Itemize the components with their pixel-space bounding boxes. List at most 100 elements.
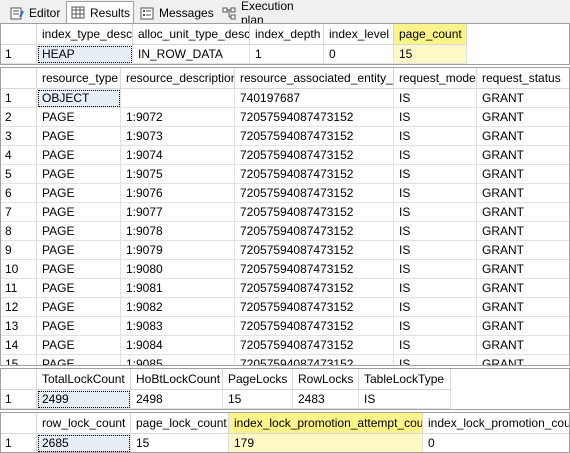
column-header[interactable]: resource_description: [121, 68, 235, 89]
grid-cell[interactable]: IS: [394, 127, 477, 146]
grid-cell[interactable]: GRANT: [477, 279, 569, 298]
grid-cell[interactable]: IS: [394, 279, 477, 298]
tab-results[interactable]: Results: [66, 1, 134, 24]
grid-cell[interactable]: IS: [394, 89, 477, 108]
row-number[interactable]: 15: [1, 355, 37, 365]
grid-cell[interactable]: IS: [394, 241, 477, 260]
tab-execution-plan[interactable]: Execution plan: [218, 0, 318, 27]
grid-cell-highlighted[interactable]: 15: [394, 45, 467, 64]
grid-cell[interactable]: GRANT: [477, 184, 569, 203]
grid-cell[interactable]: IS: [394, 108, 477, 127]
row-number[interactable]: 7: [1, 203, 37, 222]
grid-cell[interactable]: 72057594087473152: [235, 336, 394, 355]
grid-cell[interactable]: PAGE: [37, 260, 121, 279]
column-header[interactable]: page_lock_count: [131, 413, 229, 434]
grid-cell[interactable]: 1: [250, 45, 324, 64]
grid-cell[interactable]: GRANT: [477, 165, 569, 184]
grid-cell[interactable]: PAGE: [37, 146, 121, 165]
grid-cell[interactable]: IS: [394, 260, 477, 279]
grid-cell[interactable]: 15: [131, 434, 229, 452]
column-header[interactable]: HoBtLockCount: [131, 369, 223, 390]
grid-cell[interactable]: 1:9079: [121, 241, 235, 260]
column-header[interactable]: TotalLockCount: [37, 369, 131, 390]
grid-cell[interactable]: PAGE: [37, 203, 121, 222]
grid-cell[interactable]: 15: [223, 390, 293, 409]
grid-cell[interactable]: IS: [394, 317, 477, 336]
grid-cell[interactable]: 1:9081: [121, 279, 235, 298]
grid-cell[interactable]: IS: [394, 336, 477, 355]
column-header[interactable]: request_mode: [394, 68, 477, 89]
grid-cell[interactable]: IS: [394, 298, 477, 317]
grid-cell[interactable]: 1:9082: [121, 298, 235, 317]
grid-cell[interactable]: 72057594087473152: [235, 222, 394, 241]
row-number[interactable]: 2: [1, 108, 37, 127]
grid-cell[interactable]: [121, 89, 235, 108]
grid-cell[interactable]: 1:9075: [121, 165, 235, 184]
column-header[interactable]: resource_type: [37, 68, 121, 89]
grid-cell[interactable]: IS: [394, 222, 477, 241]
grid-cell[interactable]: IS: [394, 184, 477, 203]
grid-cell[interactable]: 1:9084: [121, 336, 235, 355]
grid-cell[interactable]: 72057594087473152: [235, 260, 394, 279]
grid-cell[interactable]: PAGE: [37, 241, 121, 260]
column-header[interactable]: index_type_desc: [37, 24, 133, 45]
grid-cell[interactable]: 1:9085: [121, 355, 235, 365]
grid-cell[interactable]: 72057594087473152: [235, 146, 394, 165]
grid-cell[interactable]: PAGE: [37, 184, 121, 203]
column-header[interactable]: PageLocks: [223, 369, 293, 390]
grid-cell[interactable]: 1:9076: [121, 184, 235, 203]
row-number[interactable]: 4: [1, 146, 37, 165]
grid-cell[interactable]: GRANT: [477, 108, 569, 127]
column-header[interactable]: RowLocks: [293, 369, 359, 390]
column-header[interactable]: index_depth: [250, 24, 324, 45]
grid-cell[interactable]: PAGE: [37, 317, 121, 336]
column-header[interactable]: alloc_unit_type_desc: [133, 24, 250, 45]
grid-cell-highlighted[interactable]: 179: [229, 434, 423, 452]
grid-cell[interactable]: 1:9074: [121, 146, 235, 165]
row-number[interactable]: 3: [1, 127, 37, 146]
row-number[interactable]: 1: [1, 434, 37, 452]
grid-cell[interactable]: IN_ROW_DATA: [133, 45, 250, 64]
grid-cell[interactable]: GRANT: [477, 260, 569, 279]
row-number[interactable]: 8: [1, 222, 37, 241]
row-number[interactable]: 11: [1, 279, 37, 298]
grid-cell[interactable]: 1:9077: [121, 203, 235, 222]
grid-cell[interactable]: GRANT: [477, 203, 569, 222]
grid-cell[interactable]: GRANT: [477, 146, 569, 165]
grid-cell[interactable]: PAGE: [37, 336, 121, 355]
grid-cell[interactable]: 72057594087473152: [235, 298, 394, 317]
grid-cell[interactable]: 72057594087473152: [235, 279, 394, 298]
row-number[interactable]: 5: [1, 165, 37, 184]
row-number[interactable]: 1: [1, 390, 37, 409]
column-header[interactable]: index_lock_promotion_count: [423, 413, 569, 434]
grid-cell[interactable]: GRANT: [477, 336, 569, 355]
row-number[interactable]: 12: [1, 298, 37, 317]
grid-cell[interactable]: PAGE: [37, 165, 121, 184]
grid-cell[interactable]: GRANT: [477, 298, 569, 317]
grid-cell[interactable]: PAGE: [37, 222, 121, 241]
grid-cell[interactable]: 1:9078: [121, 222, 235, 241]
grid-cell[interactable]: IS: [359, 390, 451, 409]
grid-cell[interactable]: 0: [423, 434, 569, 452]
grid-cell[interactable]: GRANT: [477, 355, 569, 365]
grid-cell[interactable]: 72057594087473152: [235, 184, 394, 203]
row-number[interactable]: 14: [1, 336, 37, 355]
grid-cell[interactable]: GRANT: [477, 127, 569, 146]
column-header[interactable]: TableLockType: [359, 369, 451, 390]
column-header[interactable]: index_level: [324, 24, 394, 45]
grid-cell[interactable]: IS: [394, 203, 477, 222]
grid-cell-selected[interactable]: HEAP: [37, 45, 133, 64]
grid-cell[interactable]: 1:9072: [121, 108, 235, 127]
grid-cell[interactable]: GRANT: [477, 222, 569, 241]
row-number[interactable]: 1: [1, 89, 37, 108]
grid-cell[interactable]: 1:9073: [121, 127, 235, 146]
column-header[interactable]: row_lock_count: [37, 413, 131, 434]
grid-cell[interactable]: PAGE: [37, 298, 121, 317]
column-header-highlighted[interactable]: index_lock_promotion_attempt_count: [229, 413, 423, 434]
grid-cell[interactable]: 740197687: [235, 89, 394, 108]
column-header[interactable]: resource_associated_entity_id: [235, 68, 394, 89]
row-number[interactable]: 13: [1, 317, 37, 336]
grid-cell[interactable]: GRANT: [477, 317, 569, 336]
grid-cell[interactable]: PAGE: [37, 355, 121, 365]
grid-cell-selected[interactable]: OBJECT: [37, 89, 121, 108]
